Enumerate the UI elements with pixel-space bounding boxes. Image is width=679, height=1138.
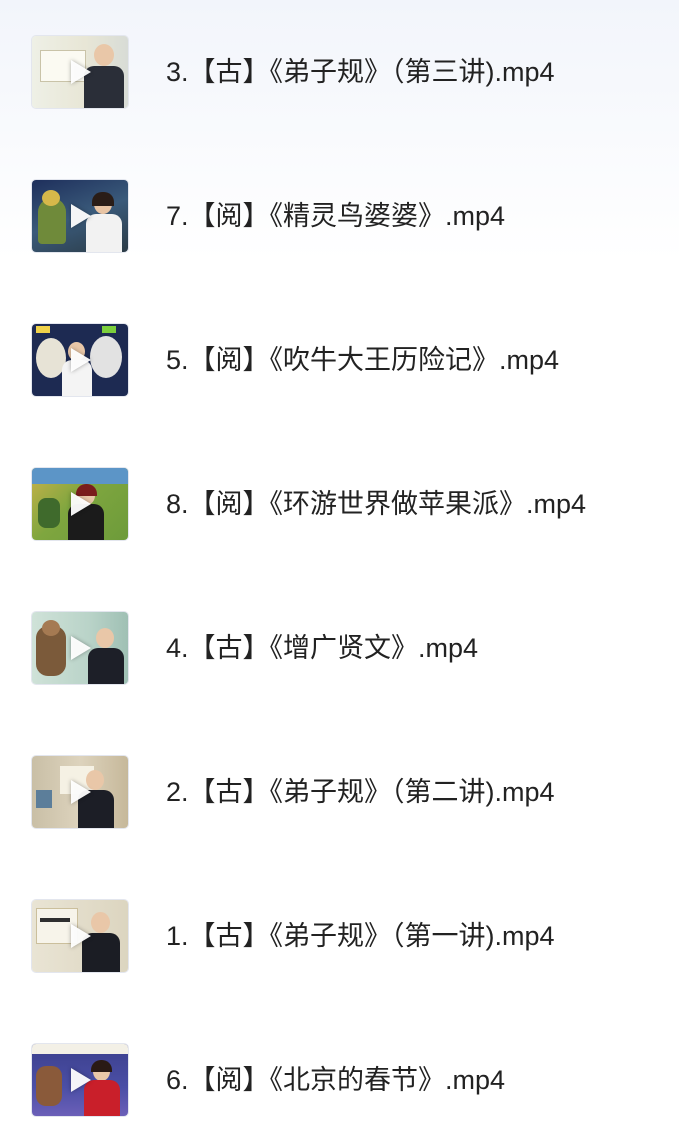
video-file-item[interactable]: 8.【阅】《环游世界做苹果派》.mp4 <box>0 464 679 544</box>
video-file-item[interactable]: 5.【阅】《吹牛大王历险记》.mp4 <box>0 320 679 400</box>
file-name: 3.【古】《弟子规》（第三讲).mp4 <box>166 57 555 87</box>
video-thumbnail[interactable] <box>32 900 128 972</box>
play-icon <box>71 924 91 948</box>
file-name: 1.【古】《弟子规》（第一讲).mp4 <box>166 921 555 951</box>
video-thumbnail[interactable] <box>32 36 128 108</box>
video-file-item[interactable]: 6.【阅】《北京的春节》.mp4 <box>0 1040 679 1120</box>
play-icon <box>71 348 91 372</box>
file-name: 8.【阅】《环游世界做苹果派》.mp4 <box>166 489 587 519</box>
video-file-item[interactable]: 4.【古】《增广贤文》.mp4 <box>0 608 679 688</box>
play-icon <box>71 492 91 516</box>
video-thumbnail[interactable] <box>32 756 128 828</box>
video-file-list: 3.【古】《弟子规》（第三讲).mp4 7.【阅】《精灵鸟婆婆》.mp4 5.【… <box>0 0 679 1138</box>
video-thumbnail[interactable] <box>32 612 128 684</box>
play-icon <box>71 1068 91 1092</box>
play-icon <box>71 204 91 228</box>
file-name: 5.【阅】《吹牛大王历险记》.mp4 <box>166 345 560 375</box>
video-thumbnail[interactable] <box>32 324 128 396</box>
file-name: 4.【古】《增广贤文》.mp4 <box>166 633 479 663</box>
video-file-item[interactable]: 2.【古】《弟子规》（第二讲).mp4 <box>0 752 679 832</box>
video-thumbnail[interactable] <box>32 1044 128 1116</box>
video-thumbnail[interactable] <box>32 468 128 540</box>
play-icon <box>71 636 91 660</box>
video-thumbnail[interactable] <box>32 180 128 252</box>
play-icon <box>71 780 91 804</box>
video-file-item[interactable]: 7.【阅】《精灵鸟婆婆》.mp4 <box>0 176 679 256</box>
video-file-item[interactable]: 1.【古】《弟子规》（第一讲).mp4 <box>0 896 679 976</box>
file-name: 2.【古】《弟子规》（第二讲).mp4 <box>166 777 555 807</box>
video-file-item[interactable]: 3.【古】《弟子规》（第三讲).mp4 <box>0 32 679 112</box>
file-name: 6.【阅】《北京的春节》.mp4 <box>166 1065 506 1095</box>
file-name: 7.【阅】《精灵鸟婆婆》.mp4 <box>166 201 506 231</box>
play-icon <box>71 60 91 84</box>
